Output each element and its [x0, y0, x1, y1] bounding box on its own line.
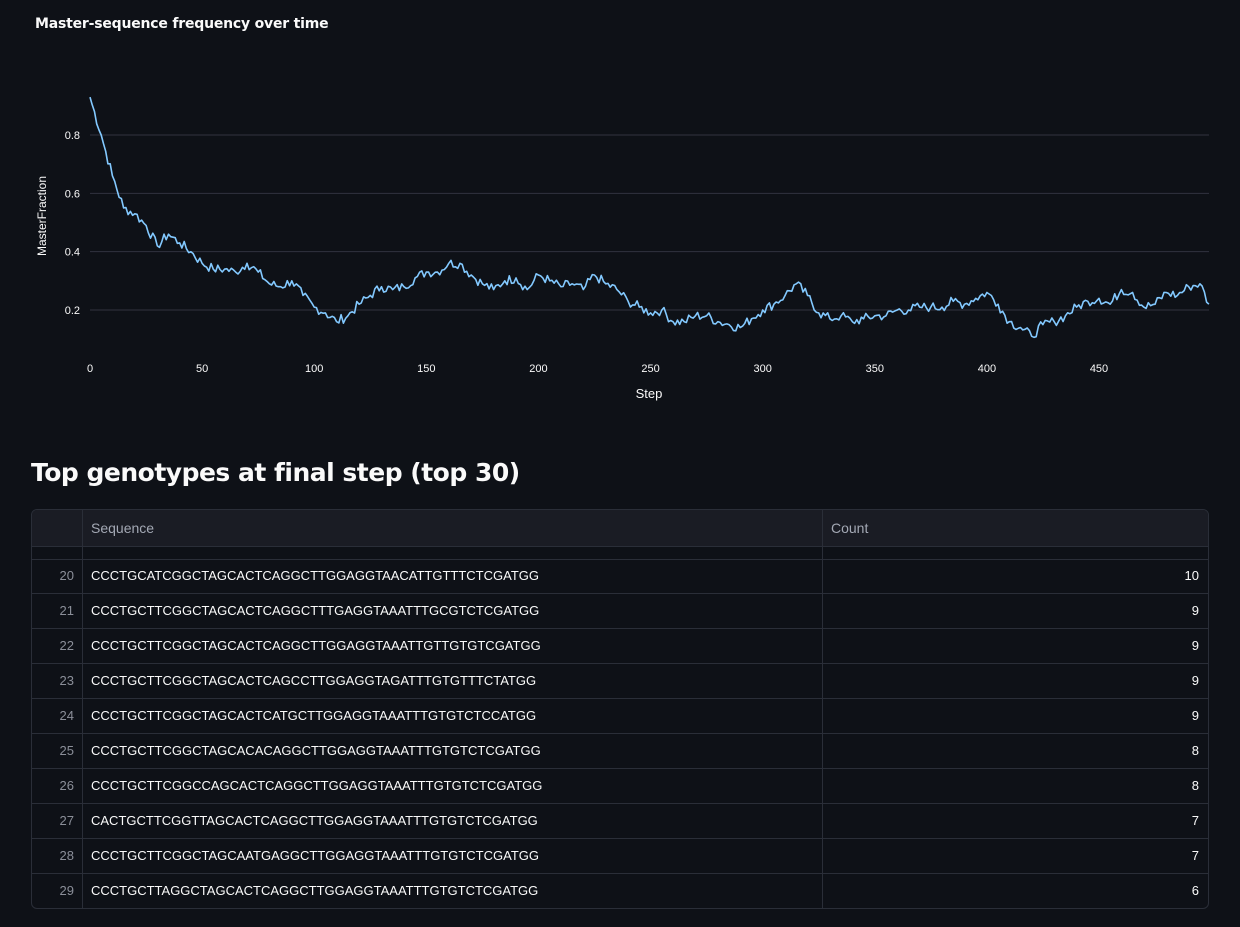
count-cell[interactable]: 9 — [823, 699, 1208, 733]
x-tick-label: 150 — [417, 363, 435, 375]
table-row[interactable]: 23 CCCTGCTTCGGCTAGCACTCAGCCTTGGAGGTAGATTT… — [32, 664, 1208, 699]
y-tick-label: 0.4 — [65, 247, 80, 259]
row-index: 21 — [32, 594, 83, 628]
count-cell[interactable]: 8 — [823, 769, 1208, 803]
row-index: 22 — [32, 629, 83, 663]
master-fraction-line — [89, 96, 1210, 339]
sequence-column-header[interactable]: Sequence — [83, 510, 823, 546]
row-index: 24 — [32, 699, 83, 733]
sequence-cell[interactable]: CCCTGCTTCGGCTAGCACTCAGCCTTGGAGGTAGATTTGT… — [83, 664, 823, 698]
count-cell[interactable]: 9 — [823, 664, 1208, 698]
count-cell[interactable]: 8 — [823, 734, 1208, 768]
y-tick-label: 0.2 — [65, 305, 80, 317]
table-row[interactable]: 25 CCCTGCTTCGGCTAGCACACAGGCTTGGAGGTAAATTT… — [32, 734, 1208, 769]
count-cell[interactable]: 9 — [823, 629, 1208, 663]
count-cell[interactable]: 7 — [823, 839, 1208, 873]
row-index: 20 — [32, 559, 83, 593]
x-tick-label: 250 — [641, 363, 659, 375]
sequence-cell[interactable]: CCCTGCTTCGGCTAGCAATGAGGCTTGGAGGTAAATTTGT… — [83, 839, 823, 873]
x-tick-label: 50 — [196, 363, 208, 375]
sequence-cell[interactable]: CCCTGCTTCGGCTAGCACTCAGGCTTGGAGGTAAATTGTT… — [83, 629, 823, 663]
count-column-header[interactable]: Count — [823, 510, 1208, 546]
row-index: 26 — [32, 769, 83, 803]
table-row[interactable]: 24 CCCTGCTTCGGCTAGCACTCATGCTTGGAGGTAAATTT… — [32, 699, 1208, 734]
sequence-cell[interactable]: CCCTGCTTCGGCTAGCACACAGGCTTGGAGGTAAATTTGT… — [83, 734, 823, 768]
x-tick-label: 0 — [87, 363, 93, 375]
index-column-header[interactable] — [32, 510, 83, 546]
row-index: 27 — [32, 804, 83, 838]
x-tick-label: 450 — [1090, 363, 1108, 375]
table-row[interactable]: 21 CCCTGCTTCGGCTAGCACTCAGGCTTTGAGGTAAATTT… — [32, 594, 1208, 629]
row-index: 25 — [32, 734, 83, 768]
table-body: 20 CCCTGCATCGGCTAGCACTCAGGCTTGGAGGTAACATT… — [32, 559, 1208, 908]
row-index: 28 — [32, 839, 83, 873]
y-axis-label: MasterFraction — [35, 176, 49, 256]
x-tick-label: 400 — [978, 363, 996, 375]
table-row[interactable]: 22 CCCTGCTTCGGCTAGCACTCAGGCTTGGAGGTAAATTG… — [32, 629, 1208, 664]
line-chart-panel: Master-sequence frequency over time 0.2 0… — [0, 0, 1240, 420]
table-header: Sequence Count — [32, 510, 1208, 547]
table-row[interactable]: 28 CCCTGCTTCGGCTAGCAATGAGGCTTGGAGGTAAATTT… — [32, 839, 1208, 874]
sequence-cell[interactable]: CCCTGCTTCGGCTAGCACTCAGGCTTTGAGGTAAATTTGC… — [83, 594, 823, 628]
x-tick-label: 300 — [753, 363, 771, 375]
x-tick-label: 350 — [866, 363, 884, 375]
count-cell[interactable]: 10 — [823, 559, 1208, 593]
table-row[interactable]: 29 CCCTGCTTAGGCTAGCACTCAGGCTTGGAGGTAAATTT… — [32, 874, 1208, 908]
app-page: Master-sequence frequency over time 0.2 0… — [0, 0, 1240, 927]
y-tick-label: 0.6 — [65, 188, 80, 200]
section-title: Top genotypes at final step (top 30) — [31, 458, 520, 487]
sequence-cell[interactable]: CACTGCTTCGGTTAGCACTCAGGCTTGGAGGTAAATTTGT… — [83, 804, 823, 838]
x-tick-label: 100 — [305, 363, 323, 375]
row-index: 29 — [32, 874, 83, 908]
count-cell[interactable]: 6 — [823, 874, 1208, 908]
line-chart: 0.2 0.4 0.6 0.8 0 50 100 150 200 250 300 350 400 450 S… — [35, 96, 1210, 401]
x-axis-label: Step — [636, 386, 663, 401]
y-tick-label: 0.8 — [65, 130, 80, 142]
sequence-cell[interactable]: CCCTGCATCGGCTAGCACTCAGGCTTGGAGGTAACATTGT… — [83, 559, 823, 593]
count-cell[interactable]: 7 — [823, 804, 1208, 838]
row-index: 23 — [32, 664, 83, 698]
x-tick-label: 200 — [529, 363, 547, 375]
sequence-cell[interactable]: CCCTGCTTCGGCTAGCACTCATGCTTGGAGGTAAATTTGT… — [83, 699, 823, 733]
sequence-cell[interactable]: CCCTGCTTCGGCCAGCACTCAGGCTTGGAGGTAAATTTGT… — [83, 769, 823, 803]
genotype-table[interactable]: Sequence Count 20 CCCTGCATCGGCTAGCACTCAGG… — [31, 509, 1209, 909]
sequence-cell[interactable]: CCCTGCTTAGGCTAGCACTCAGGCTTGGAGGTAAATTTGT… — [83, 874, 823, 908]
count-cell[interactable]: 9 — [823, 594, 1208, 628]
table-row[interactable]: 26 CCCTGCTTCGGCCAGCACTCAGGCTTGGAGGTAAATTT… — [32, 769, 1208, 804]
table-row[interactable]: 27 CACTGCTTCGGTTAGCACTCAGGCTTGGAGGTAAATTT… — [32, 804, 1208, 839]
table-row[interactable]: 20 CCCTGCATCGGCTAGCACTCAGGCTTGGAGGTAACATT… — [32, 559, 1208, 594]
